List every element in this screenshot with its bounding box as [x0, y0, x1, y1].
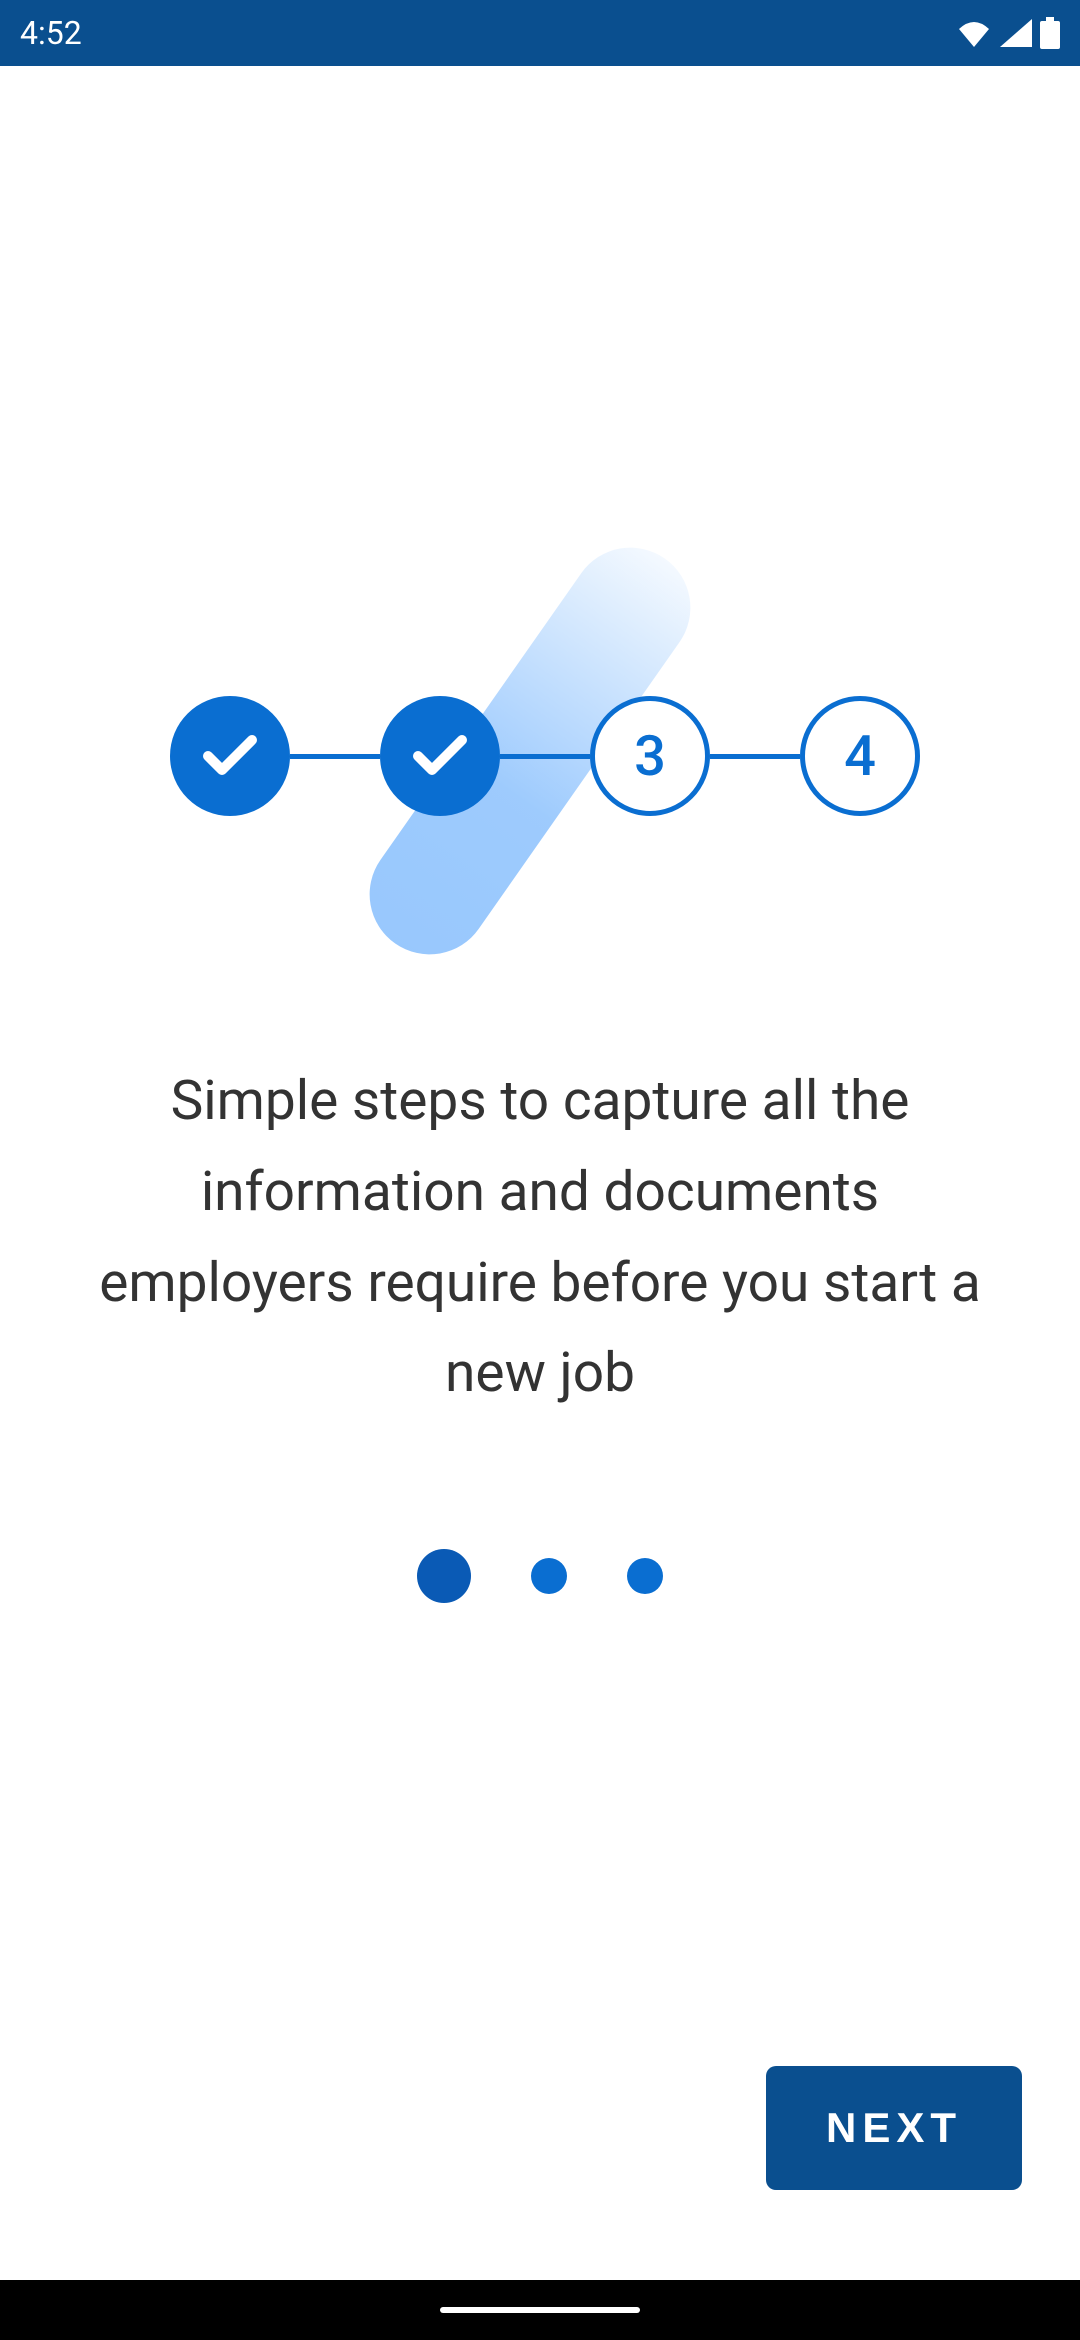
- page-indicator: [417, 1549, 663, 1603]
- step-4-pending: 4: [800, 696, 920, 816]
- status-icons: [956, 17, 1060, 49]
- onboarding-description: Simple steps to capture all the informat…: [0, 1056, 1080, 1419]
- step-connector: [500, 754, 590, 759]
- onboarding-content: 3 4 Simple steps to capture all the info…: [0, 66, 1080, 2340]
- step-1-complete: [170, 696, 290, 816]
- page-dot-3[interactable]: [627, 1558, 663, 1594]
- onboarding-illustration: 3 4: [150, 536, 930, 976]
- step-3-pending: 3: [590, 696, 710, 816]
- step-connector: [710, 754, 800, 759]
- page-dot-2[interactable]: [531, 1558, 567, 1594]
- wifi-icon: [956, 19, 992, 47]
- step-number: 4: [844, 723, 876, 789]
- navigation-bar: [0, 2280, 1080, 2340]
- check-icon: [410, 732, 470, 780]
- check-icon: [200, 732, 260, 780]
- page-dot-1[interactable]: [417, 1549, 471, 1603]
- step-2-complete: [380, 696, 500, 816]
- status-time: 4:52: [20, 14, 82, 52]
- next-button[interactable]: NEXT: [766, 2066, 1022, 2190]
- signal-icon: [1000, 19, 1032, 47]
- progress-steps: 3 4: [170, 696, 920, 816]
- status-bar: 4:52: [0, 0, 1080, 66]
- battery-icon: [1040, 17, 1060, 49]
- step-number: 3: [634, 723, 666, 789]
- nav-handle[interactable]: [440, 2307, 640, 2313]
- step-connector: [290, 754, 380, 759]
